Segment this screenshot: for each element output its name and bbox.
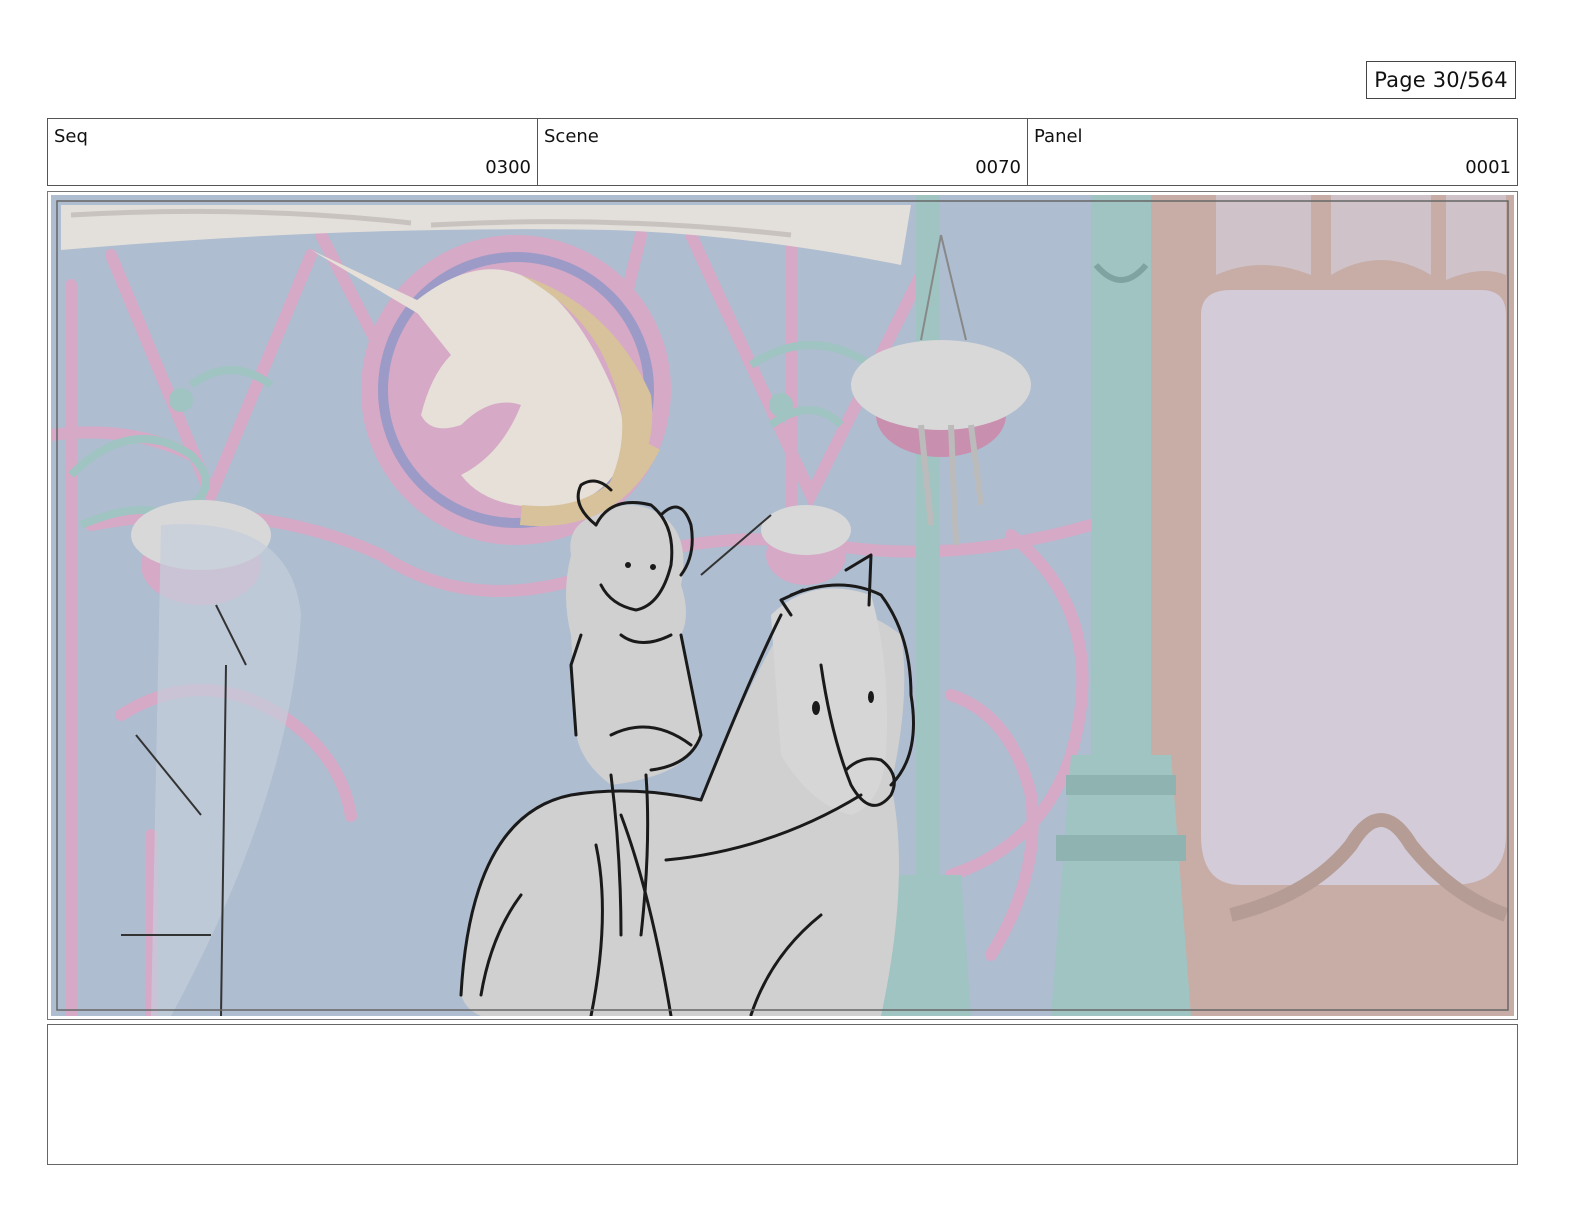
storyboard-panel-drawing — [51, 195, 1514, 1016]
page-number: Page 30/564 — [1366, 61, 1516, 99]
page-number-text: Page 30/564 — [1374, 68, 1508, 92]
scene-cell: Scene 0070 — [538, 119, 1028, 185]
scene-value: 0070 — [975, 157, 1021, 178]
seq-value: 0300 — [485, 157, 531, 178]
panel-value: 0001 — [1465, 157, 1511, 178]
panel-cell: Panel 0001 — [1028, 119, 1517, 185]
seq-cell: Seq 0300 — [48, 119, 538, 185]
storyboard-frame — [47, 191, 1518, 1020]
storyboard-header: Seq 0300 Scene 0070 Panel 0001 — [47, 118, 1518, 186]
notes-box — [47, 1024, 1518, 1165]
seq-label: Seq — [54, 126, 88, 147]
scene-label: Scene — [544, 126, 599, 147]
panel-label: Panel — [1034, 126, 1083, 147]
